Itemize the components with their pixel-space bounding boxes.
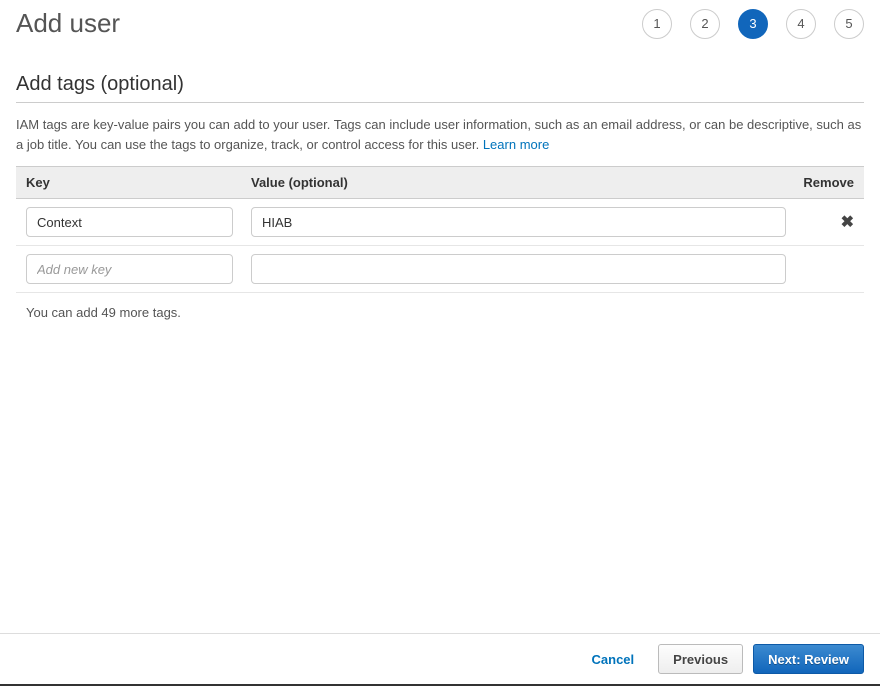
tags-description: IAM tags are key-value pairs you can add…: [16, 115, 864, 154]
table-row: ✖: [16, 199, 864, 246]
divider: [16, 102, 864, 103]
step-3[interactable]: 3: [738, 9, 768, 39]
remove-tag-icon[interactable]: ✖: [841, 212, 854, 232]
tag-value-input[interactable]: [251, 207, 786, 237]
learn-more-link[interactable]: Learn more: [483, 137, 549, 152]
header-value: Value (optional): [251, 175, 794, 190]
next-review-button[interactable]: Next: Review: [753, 644, 864, 674]
header-key: Key: [26, 175, 251, 190]
step-4[interactable]: 4: [786, 9, 816, 39]
step-5[interactable]: 5: [834, 9, 864, 39]
cancel-button[interactable]: Cancel: [578, 644, 649, 674]
step-2[interactable]: 2: [690, 9, 720, 39]
tag-limit-text: You can add 49 more tags.: [16, 293, 864, 332]
tags-table: Key Value (optional) Remove ✖: [16, 166, 864, 293]
header-remove: Remove: [794, 175, 854, 190]
page-title: Add user: [16, 8, 120, 39]
section-title: Add tags (optional): [16, 73, 864, 96]
table-row: [16, 246, 864, 293]
previous-button[interactable]: Previous: [658, 644, 743, 674]
tag-key-input-new[interactable]: [26, 254, 233, 284]
tag-key-input[interactable]: [26, 207, 233, 237]
step-1[interactable]: 1: [642, 9, 672, 39]
description-text: IAM tags are key-value pairs you can add…: [16, 117, 861, 152]
tag-value-input-new[interactable]: [251, 254, 786, 284]
tags-table-header: Key Value (optional) Remove: [16, 166, 864, 199]
wizard-footer: Cancel Previous Next: Review: [0, 633, 880, 686]
wizard-stepper: 1 2 3 4 5: [642, 9, 864, 39]
